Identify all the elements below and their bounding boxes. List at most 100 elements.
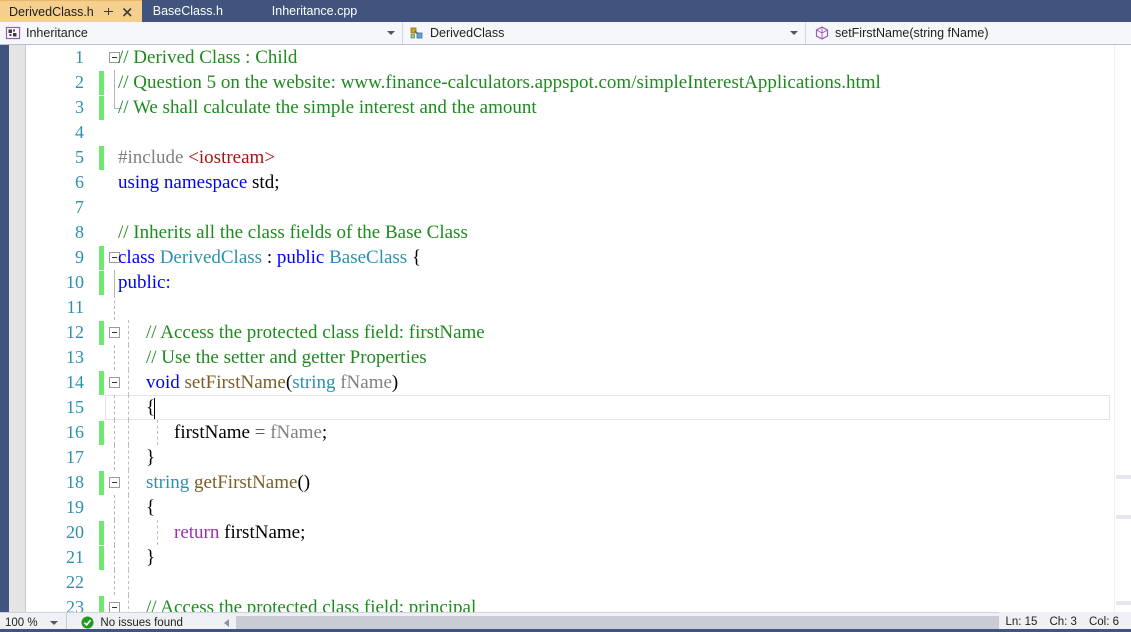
code-line[interactable]: 4 <box>0 120 1131 145</box>
code-text[interactable]: class DerivedClass : public BaseClass { <box>118 245 421 270</box>
code-line[interactable]: 20 return firstName; <box>0 520 1131 545</box>
chevron-down-icon[interactable] <box>790 31 798 35</box>
fold-toggle-icon[interactable] <box>109 477 120 488</box>
change-marker <box>99 596 104 612</box>
line-number: 20 <box>66 522 84 542</box>
code-token: // Derived Class : Child <box>118 47 298 68</box>
pin-icon[interactable] <box>103 5 115 19</box>
fold-toggle-icon[interactable] <box>109 327 120 338</box>
code-line[interactable]: 12 // Access the protected class field: f… <box>0 320 1131 345</box>
code-text[interactable]: // Derived Class : Child <box>118 45 297 70</box>
change-marker <box>99 96 104 120</box>
tab-derivedclass-h[interactable]: DerivedClass.h <box>0 0 142 22</box>
chevron-down-icon[interactable] <box>50 620 59 625</box>
line-number: 21 <box>66 547 84 567</box>
code-text[interactable]: firstName = fName; <box>174 420 327 445</box>
line-number: 2 <box>75 72 84 92</box>
code-token: firstName <box>174 422 255 443</box>
code-text[interactable]: void setFirstName(string fName) <box>146 370 398 395</box>
code-line[interactable]: 10 public: <box>0 270 1131 295</box>
line-number: 8 <box>75 222 84 242</box>
code-line[interactable]: 8 // Inherits all the class fields of the… <box>0 220 1131 245</box>
code-token: return <box>174 522 225 543</box>
chevron-down-icon[interactable] <box>387 31 395 35</box>
code-line[interactable]: 16 firstName = fName; <box>0 420 1131 445</box>
code-editor[interactable]: 1 // Derived Class : Child 2 // Question 5 … <box>0 45 1131 612</box>
code-line[interactable]: 23 // Access the protected class field: p… <box>0 595 1131 612</box>
code-token: std; <box>252 172 280 193</box>
code-token: public <box>276 247 330 268</box>
code-line[interactable]: 7 <box>0 195 1131 220</box>
vertical-scrollbar[interactable] <box>1114 45 1131 612</box>
change-marker <box>99 71 104 95</box>
code-token: // Access the protected class field: fir… <box>146 322 485 343</box>
code-line[interactable]: 6 using namespace std; <box>0 170 1131 195</box>
type-dropdown[interactable]: DerivedClass <box>403 22 806 44</box>
indent-guide <box>128 470 129 495</box>
code-text[interactable]: using namespace std; <box>118 170 279 195</box>
code-line[interactable]: 2 // Question 5 on the website: www.finan… <box>0 70 1131 95</box>
issues-status[interactable]: No issues found <box>67 616 221 629</box>
code-token: { <box>411 247 422 268</box>
code-line[interactable]: 11 <box>0 295 1131 320</box>
code-token: } <box>146 547 156 568</box>
scroll-marker <box>1116 515 1131 519</box>
indent-guide <box>128 345 129 370</box>
member-label: setFirstName(string fName) <box>835 26 989 40</box>
code-line[interactable]: 17} <box>0 445 1131 470</box>
code-line[interactable]: 5 #include <iostream> <box>0 145 1131 170</box>
change-marker <box>99 271 104 295</box>
member-dropdown[interactable]: setFirstName(string fName) <box>806 22 1131 44</box>
indent-guide <box>128 370 129 395</box>
code-text[interactable]: string getFirstName() <box>146 470 310 495</box>
change-marker <box>99 546 104 570</box>
code-token: DerivedClass <box>159 247 267 268</box>
code-token: fName <box>270 422 322 443</box>
code-text[interactable]: #include <iostream> <box>118 145 275 170</box>
tab-label: BaseClass.h <box>152 4 223 18</box>
code-line[interactable]: 15{ <box>0 395 1131 420</box>
code-text[interactable]: // Question 5 on the website: www.financ… <box>118 70 881 95</box>
line-number: 6 <box>75 172 84 192</box>
tab-baseclass-h[interactable]: BaseClass.h <box>142 0 261 22</box>
line-number: 3 <box>75 97 84 117</box>
code-text[interactable]: // Access the protected class field: pri… <box>146 595 476 612</box>
fold-toggle-icon[interactable] <box>109 602 120 612</box>
code-text[interactable]: { <box>146 495 155 520</box>
project-dropdown[interactable]: Inheritance <box>0 22 403 44</box>
code-text[interactable]: // Inherits all the class fields of the … <box>118 220 468 245</box>
code-text[interactable]: } <box>146 545 155 570</box>
line-number: 18 <box>66 472 84 492</box>
text-cursor <box>154 398 155 419</box>
code-text[interactable]: // Access the protected class field: fir… <box>146 320 485 345</box>
tab-inheritance-cpp[interactable]: Inheritance.cpp <box>261 0 380 22</box>
code-line[interactable]: 18 string getFirstName() <box>0 470 1131 495</box>
code-line[interactable]: 13 // Use the setter and getter Propertie… <box>0 345 1131 370</box>
code-text[interactable]: public: <box>118 270 171 295</box>
code-line[interactable]: 22 <box>0 570 1131 595</box>
code-line[interactable]: 14 void setFirstName(string fName) <box>0 370 1131 395</box>
close-icon[interactable] <box>121 5 134 19</box>
code-line[interactable]: 1 // Derived Class : Child <box>0 45 1131 70</box>
code-line[interactable]: 3 // We shall calculate the simple intere… <box>0 95 1131 120</box>
fold-guide <box>114 570 115 595</box>
indent-guide <box>128 570 129 595</box>
code-text[interactable]: } <box>146 445 155 470</box>
code-token: // Use the setter and getter Properties <box>146 347 427 368</box>
change-marker <box>99 471 104 495</box>
current-line-highlight <box>105 395 1110 420</box>
fold-toggle-icon[interactable] <box>109 377 120 388</box>
navigation-bar: Inheritance DerivedClass setFirstName(st… <box>0 22 1131 45</box>
horizontal-scroll-thumb[interactable] <box>236 616 1116 629</box>
project-icon <box>5 26 21 40</box>
code-token: string <box>146 472 195 493</box>
code-text[interactable]: // Use the setter and getter Properties <box>146 345 427 370</box>
code-line[interactable]: 21} <box>0 545 1131 570</box>
code-line[interactable]: 19 { <box>0 495 1131 520</box>
line-number: 5 <box>75 147 84 167</box>
code-lines[interactable]: 1 // Derived Class : Child 2 // Question 5 … <box>0 45 1131 612</box>
code-text[interactable]: // We shall calculate the simple interes… <box>118 95 537 120</box>
code-text[interactable]: return firstName; <box>174 520 305 545</box>
code-token: ) <box>391 372 399 393</box>
code-line[interactable]: 9 class DerivedClass : public BaseClass { <box>0 245 1131 270</box>
